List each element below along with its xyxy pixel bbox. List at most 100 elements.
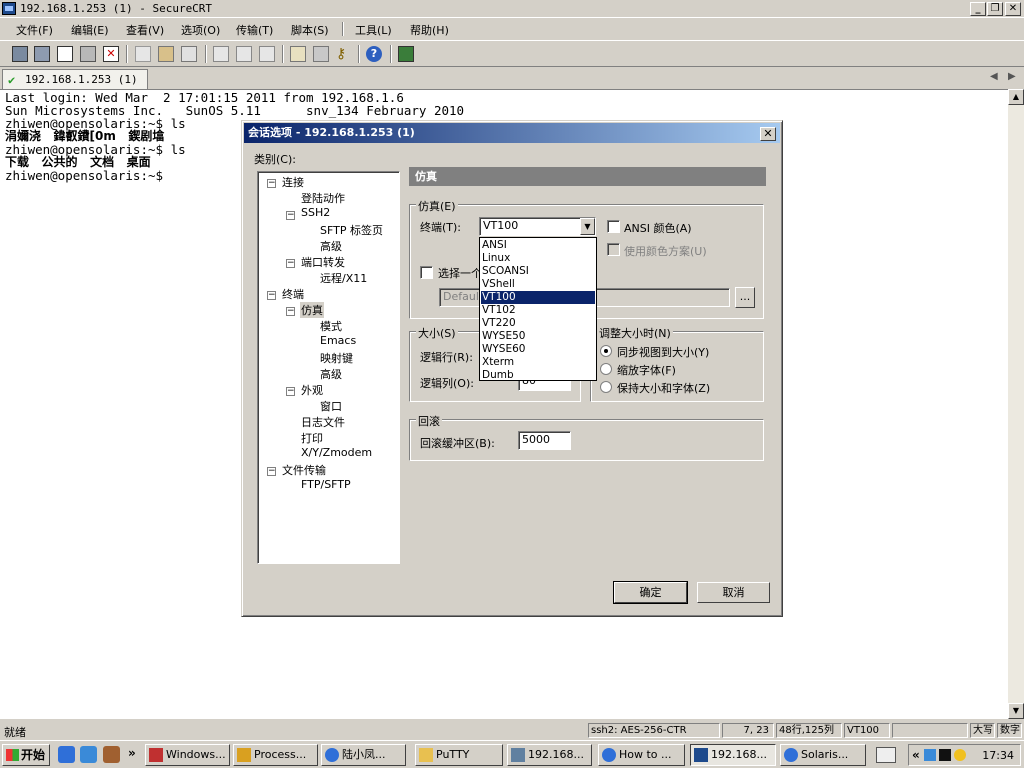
task-browser[interactable]: 陆小凤...: [321, 744, 406, 766]
tree-item-log-file[interactable]: 日志文件: [301, 414, 345, 430]
sftp-icon[interactable]: [398, 46, 414, 62]
use-color-scheme-checkbox[interactable]: [607, 243, 620, 256]
quick-launch-more-icon[interactable]: »: [128, 746, 136, 760]
tree-item-appearance[interactable]: 外观: [301, 382, 323, 398]
media-icon[interactable]: [103, 746, 120, 763]
reconnect-icon[interactable]: [80, 46, 96, 62]
tree-item-xyzmodem[interactable]: X/Y/Zmodem: [301, 446, 372, 459]
quick-connect-icon[interactable]: [34, 46, 50, 62]
start-button[interactable]: 开始: [2, 744, 50, 766]
tree-item-remote-x11[interactable]: 远程/X11: [320, 270, 367, 286]
minimize-icon[interactable]: _: [970, 2, 986, 16]
tree-item-modes[interactable]: 模式: [320, 318, 342, 334]
tree-item-ssh2-advanced[interactable]: 高级: [320, 238, 342, 254]
ie-icon[interactable]: [58, 746, 75, 763]
dropdown-option-wyse60[interactable]: WYSE60: [481, 343, 595, 356]
copy-icon[interactable]: [135, 46, 151, 62]
print-screen-icon[interactable]: [213, 46, 229, 62]
ansi-color-checkbox[interactable]: [607, 220, 620, 233]
global-options-icon[interactable]: [313, 46, 329, 62]
task-howto[interactable]: How to ...: [598, 744, 685, 766]
dropdown-option-linux[interactable]: Linux: [481, 252, 595, 265]
terminal-type-dropdown[interactable]: ANSI Linux SCOANSI VShell VT100 VT102 VT220 WYS…: [479, 237, 597, 381]
collapse-icon[interactable]: −: [286, 307, 295, 316]
tree-item-file-transfer[interactable]: 文件传输: [282, 462, 326, 478]
help-icon[interactable]: ?: [366, 46, 382, 62]
ok-button[interactable]: 确定: [613, 581, 688, 604]
key-icon[interactable]: ⚷: [336, 46, 352, 62]
dropdown-option-vt100[interactable]: VT100: [481, 291, 595, 304]
chevron-down-icon[interactable]: ▼: [580, 218, 595, 235]
dropdown-option-vt102[interactable]: VT102: [481, 304, 595, 317]
menu-view[interactable]: 查看(V): [126, 22, 164, 38]
dropdown-option-xterm[interactable]: Xterm: [481, 356, 595, 369]
task-securecrt[interactable]: 192.168...: [690, 744, 776, 766]
collapse-icon[interactable]: −: [286, 259, 295, 268]
dropdown-option-vt220[interactable]: VT220: [481, 317, 595, 330]
resize-sync-radio[interactable]: [600, 345, 612, 357]
task-putty[interactable]: PuTTY: [415, 744, 503, 766]
collapse-icon[interactable]: −: [267, 291, 276, 300]
tab-scroll-left-icon[interactable]: ◀: [990, 71, 998, 82]
disconnect-icon[interactable]: ✕: [103, 46, 119, 62]
task-putty-session[interactable]: 192.168...: [507, 744, 592, 766]
qq-icon[interactable]: [954, 749, 966, 761]
dropdown-option-ansi[interactable]: ANSI: [481, 239, 595, 252]
tree-item-terminal[interactable]: 终端: [282, 286, 304, 302]
connect-in-tab-icon[interactable]: [57, 46, 73, 62]
task-process[interactable]: Process...: [233, 744, 318, 766]
session-tab[interactable]: ✔ 192.168.1.253 (1): [2, 69, 148, 89]
collapse-icon[interactable]: −: [286, 211, 295, 220]
connect-icon[interactable]: [12, 46, 28, 62]
print-icon[interactable]: [259, 46, 275, 62]
resize-scale-font-radio[interactable]: [600, 363, 612, 375]
print-selection-icon[interactable]: [236, 46, 252, 62]
menu-file[interactable]: 文件(F): [16, 22, 53, 38]
dropdown-option-vshell[interactable]: VShell: [481, 278, 595, 291]
tree-item-emulation[interactable]: 仿真: [300, 302, 324, 318]
tree-item-port-forwarding[interactable]: 端口转发: [301, 254, 345, 270]
restore-icon[interactable]: ❐: [987, 2, 1003, 16]
browse-button[interactable]: ...: [735, 287, 755, 308]
collapse-icon[interactable]: −: [267, 179, 276, 188]
securecrt-app-icon[interactable]: [2, 2, 16, 15]
terminal-scrollbar[interactable]: ▲ ▼: [1008, 89, 1024, 719]
close-icon[interactable]: ✕: [1005, 2, 1021, 16]
menu-script[interactable]: 脚本(S): [291, 22, 329, 38]
tree-item-mapped-keys[interactable]: 映射键: [320, 350, 353, 366]
menu-help[interactable]: 帮助(H): [410, 22, 449, 38]
terminal-tray-icon[interactable]: [939, 749, 951, 761]
dropdown-option-scoansi[interactable]: SCOANSI: [481, 265, 595, 278]
tree-item-connection[interactable]: 连接: [282, 174, 304, 190]
paste-icon[interactable]: [158, 46, 174, 62]
collapse-icon[interactable]: −: [267, 467, 276, 476]
network-icon[interactable]: [924, 749, 936, 761]
ie-alt-icon[interactable]: [80, 746, 97, 763]
collapse-icon[interactable]: −: [286, 387, 295, 396]
category-tree[interactable]: − 连接 登陆动作 − SSH2 SFTP 标签页 高级 − 端口转发 远程/X…: [257, 171, 400, 564]
scroll-up-icon[interactable]: ▲: [1008, 89, 1024, 105]
tray-expand-icon[interactable]: «: [912, 748, 920, 762]
select-alt-checkbox[interactable]: [420, 266, 433, 279]
tree-item-ftp-sftp[interactable]: FTP/SFTP: [301, 478, 351, 491]
tree-item-sftp-tab[interactable]: SFTP 标签页: [320, 222, 383, 238]
menu-tools[interactable]: 工具(L): [355, 22, 392, 38]
keyboard-icon[interactable]: [876, 747, 896, 763]
tree-item-print[interactable]: 打印: [301, 430, 323, 446]
cancel-button[interactable]: 取消: [697, 582, 770, 603]
dialog-close-icon[interactable]: ✕: [760, 127, 776, 141]
tree-item-login-actions[interactable]: 登陆动作: [301, 190, 345, 206]
menu-options[interactable]: 选项(O): [181, 22, 220, 38]
tree-item-window[interactable]: 窗口: [320, 398, 342, 414]
session-options-icon[interactable]: [290, 46, 306, 62]
dropdown-option-wyse50[interactable]: WYSE50: [481, 330, 595, 343]
task-windows[interactable]: Windows...: [145, 744, 230, 766]
menu-transfer[interactable]: 传输(T): [236, 22, 273, 38]
tree-item-emulation-advanced[interactable]: 高级: [320, 366, 342, 382]
terminal-type-select[interactable]: VT100 ▼: [479, 217, 596, 236]
tree-item-emacs[interactable]: Emacs: [320, 334, 356, 347]
menu-edit[interactable]: 编辑(E): [71, 22, 109, 38]
dropdown-option-dumb[interactable]: Dumb: [481, 369, 595, 382]
find-icon[interactable]: [181, 46, 197, 62]
resize-keep-radio[interactable]: [600, 381, 612, 393]
